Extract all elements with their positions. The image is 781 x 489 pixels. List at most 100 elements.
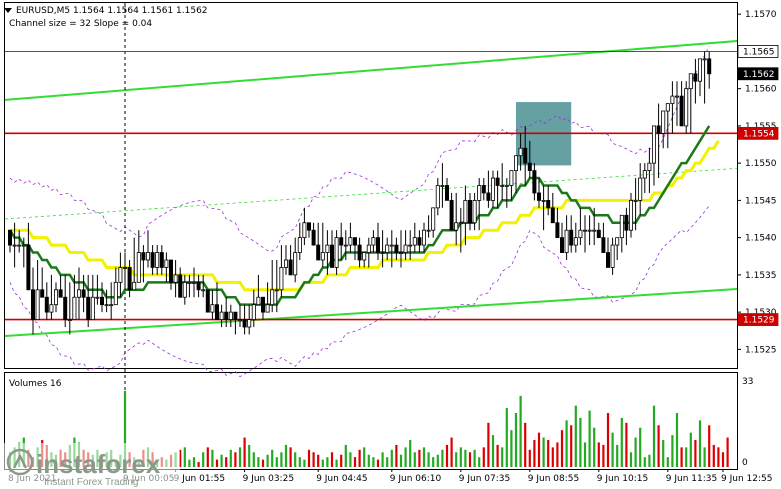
candle-body: [454, 222, 459, 231]
x-tick-label: 9 Jun 08:55: [528, 474, 579, 484]
candle-body: [647, 162, 652, 172]
candle-body: [352, 237, 357, 246]
candle-body: [109, 304, 114, 307]
x-tick-label: 9 Jun 03:25: [243, 474, 294, 484]
candle-body: [541, 199, 546, 202]
candle-body: [306, 222, 311, 231]
candle-body: [371, 237, 376, 246]
candle: [205, 289, 210, 313]
candle-body: [389, 244, 394, 247]
candle-body: [675, 95, 680, 98]
candle-body: [555, 222, 560, 239]
candle-body: [279, 267, 284, 291]
x-tick-label: 9 Jun 11:35: [666, 474, 717, 484]
candle-body: [242, 319, 247, 328]
candle-body: [256, 296, 261, 306]
candle-body: [288, 259, 293, 276]
candle-body: [123, 267, 128, 269]
candle-body: [343, 244, 348, 247]
candle-body: [417, 237, 422, 246]
candle-body: [615, 237, 620, 246]
candle-body: [247, 319, 252, 328]
candle-body: [260, 296, 265, 313]
candle-body: [316, 244, 321, 261]
candle-body: [132, 281, 137, 291]
price-label-line: 1.1565: [737, 45, 779, 58]
candle-body: [21, 244, 26, 247]
candle-body: [77, 289, 82, 298]
price-label-level: 1.1529: [737, 313, 779, 326]
candle-body: [707, 58, 712, 75]
candle-body: [63, 296, 68, 320]
y-tick-label: 1.1525: [745, 345, 777, 355]
candle-body: [67, 319, 72, 321]
candle-body: [145, 252, 150, 261]
candle-body: [366, 244, 371, 253]
candle-body: [265, 304, 270, 313]
volume-title: Volumes 16: [9, 379, 62, 389]
candle-body: [237, 319, 242, 321]
x-tick-label: 9 Jun 10:15: [597, 474, 648, 484]
candle-body: [7, 229, 12, 246]
candle-body: [233, 311, 238, 320]
volume-axis-min: 0: [742, 458, 748, 468]
candle-body: [297, 237, 302, 253]
candle-body: [127, 267, 132, 291]
candle-body: [150, 252, 155, 268]
candle-body: [619, 214, 624, 239]
candle-body: [375, 237, 380, 253]
candle-body: [403, 244, 408, 253]
candle-body: [408, 244, 413, 247]
candle-body: [550, 207, 555, 224]
candle: [684, 81, 689, 134]
candle-body: [481, 185, 486, 194]
candle-body: [638, 177, 643, 201]
candle-body: [362, 252, 367, 261]
candle-body: [394, 244, 399, 253]
x-tick-label: 9 Jun 04:45: [316, 474, 367, 484]
candle-body: [467, 199, 472, 224]
candle-body: [329, 244, 334, 268]
candle-body: [311, 229, 316, 246]
y-tick-label: 1.1570: [745, 10, 777, 20]
candle-body: [141, 252, 146, 261]
candle-body: [164, 259, 169, 268]
candle-body: [670, 95, 675, 104]
candle-body: [665, 103, 670, 112]
candle-body: [569, 229, 574, 246]
candle-body: [546, 199, 551, 209]
candle-body: [357, 244, 362, 261]
candle-body: [86, 296, 91, 320]
candle-body: [104, 304, 109, 307]
candle-body: [426, 229, 431, 232]
candle-body: [210, 304, 215, 313]
candle-body: [477, 185, 482, 201]
candle-body: [440, 185, 445, 187]
candle-body: [449, 199, 454, 231]
candle-body: [661, 110, 666, 134]
candle-body: [564, 229, 569, 253]
candle-body: [274, 289, 279, 292]
candle-body: [596, 229, 601, 239]
candle-body: [30, 289, 35, 320]
candle-body: [155, 252, 160, 268]
candle-body: [698, 58, 703, 82]
x-tick-label: 9 Jun 12:55: [721, 474, 772, 484]
candle-body: [523, 147, 528, 164]
candle-body: [472, 199, 477, 224]
candle-body: [205, 289, 210, 313]
candle-body: [693, 73, 698, 82]
candle-body: [320, 252, 325, 261]
symbol-header: EURUSD,M5 1.1564 1.1564 1.1561 1.1562: [16, 6, 208, 16]
candle-body: [601, 237, 606, 253]
candle-body: [495, 177, 500, 186]
candle-body: [532, 170, 537, 194]
candle-body: [72, 296, 77, 320]
candle-body: [458, 222, 463, 225]
candle-body: [81, 289, 86, 298]
candle-body: [624, 214, 629, 231]
candle-body: [583, 229, 588, 232]
candle-body: [629, 199, 634, 231]
candle-body: [509, 170, 514, 186]
candle-body: [348, 237, 353, 246]
